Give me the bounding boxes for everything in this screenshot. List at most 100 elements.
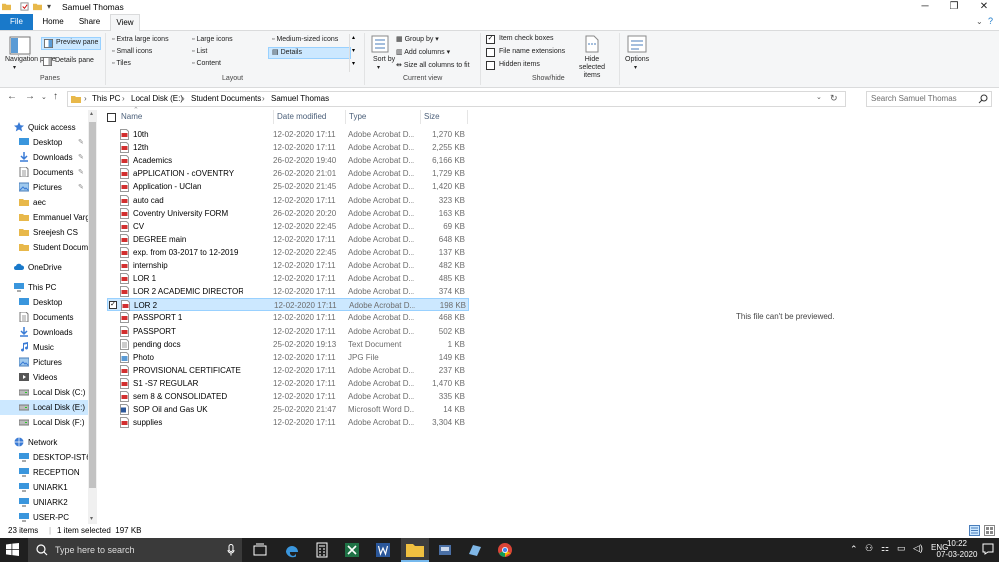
refresh-icon[interactable]: ↻: [830, 93, 838, 104]
navigation-pane-icon[interactable]: [9, 35, 31, 57]
taskbar-search-box[interactable]: Type here to search: [28, 538, 242, 562]
file-row[interactable]: PASSPORT 12-02-2020 17:11 Adobe Acrobat D.…: [107, 325, 469, 338]
battery-icon[interactable]: ▭: [897, 543, 906, 554]
nav-item[interactable]: OneDrive: [0, 260, 88, 275]
file-row[interactable]: 10th 12-02-2020 17:11 Adobe Acrobat D... 1,…: [107, 128, 469, 141]
nav-item[interactable]: Local Disk (F:): [0, 415, 88, 430]
close-button[interactable]: ✕: [970, 0, 998, 14]
task-view-icon[interactable]: [251, 541, 269, 559]
nav-item[interactable]: UNIARK2: [0, 495, 88, 510]
nav-item[interactable]: Music: [0, 340, 88, 355]
nav-scrollbar[interactable]: ▴ ▾: [88, 110, 97, 524]
tab-file[interactable]: File: [0, 14, 33, 30]
breadcrumb-separator[interactable]: ›: [262, 94, 265, 103]
nav-item[interactable]: Documents ✎: [0, 165, 88, 180]
column-header-date[interactable]: Date modified: [273, 110, 326, 124]
select-all-checkbox[interactable]: [107, 113, 116, 122]
layout-large-icons[interactable]: ▫ Large icons: [192, 36, 233, 43]
layout-small-icons[interactable]: ▫ Small icons: [112, 48, 152, 55]
file-row[interactable]: PROVISIONAL CERTIFICATE 12-02-2020 17:11 A…: [107, 364, 469, 377]
pin-icon[interactable]: ✎: [78, 135, 84, 150]
hide-selected-icon[interactable]: [584, 35, 600, 53]
tab-home[interactable]: Home: [36, 14, 70, 30]
file-row[interactable]: PASSPORT 1 12-02-2020 17:11 Adobe Acrobat …: [107, 311, 469, 324]
help-icon[interactable]: ?: [988, 16, 993, 26]
properties-icon[interactable]: [20, 2, 29, 11]
notifications-icon[interactable]: [982, 543, 994, 555]
windows-start-icon[interactable]: [6, 543, 19, 556]
nav-item[interactable]: Local Disk (E:): [0, 400, 88, 415]
nav-item[interactable]: UNIARK1: [0, 480, 88, 495]
minimize-button[interactable]: ─: [911, 0, 939, 14]
checkbox-checked[interactable]: ✓: [486, 35, 495, 44]
chevron-down-icon[interactable]: ▾: [634, 64, 637, 71]
preview-pane-button[interactable]: Preview pane: [41, 37, 101, 50]
sort-by-label[interactable]: Sort by: [373, 56, 395, 63]
chrome-icon[interactable]: [496, 541, 514, 559]
layout-content[interactable]: ▫ Content: [192, 60, 221, 67]
chevron-down-icon[interactable]: ⌄: [816, 93, 822, 101]
checkbox-unchecked[interactable]: [486, 61, 495, 70]
people-icon[interactable]: ⚇: [865, 543, 873, 554]
file-row[interactable]: 12th 12-02-2020 17:11 Adobe Acrobat D... 2,…: [107, 141, 469, 154]
nav-item[interactable]: Network: [0, 435, 88, 450]
clock-date[interactable]: 07-03-2020: [928, 550, 986, 559]
layout-details[interactable]: ▤ Details: [268, 47, 351, 59]
file-row[interactable]: sem 8 & CONSOLIDATED 12-02-2020 17:11 Adob…: [107, 390, 469, 403]
nav-item[interactable]: Pictures ✎: [0, 180, 88, 195]
chevron-down-icon[interactable]: ▾: [377, 64, 380, 71]
file-row[interactable]: ✓ LOR 2 12-02-2020 17:11 Adobe Acrobat D...…: [107, 298, 469, 312]
file-row[interactable]: S1 -S7 REGULAR 12-02-2020 17:11 Adobe Acro…: [107, 377, 469, 390]
customize-quick-access-icon[interactable]: ▾: [47, 2, 51, 11]
file-explorer-taskbar-button[interactable]: [401, 538, 429, 562]
nav-item[interactable]: Local Disk (C:): [0, 385, 88, 400]
details-pane-button[interactable]: Details pane: [41, 56, 99, 67]
file-row[interactable]: LOR 2 ACADEMIC DIRECTOR 12-02-2020 17:11 A…: [107, 285, 469, 298]
nav-item[interactable]: Student Docume: [0, 240, 88, 255]
nav-item[interactable]: Sreejesh CS: [0, 225, 88, 240]
nav-item[interactable]: Desktop ✎: [0, 135, 88, 150]
nav-item[interactable]: Documents: [0, 310, 88, 325]
nav-item[interactable]: Videos: [0, 370, 88, 385]
hide-selected-label[interactable]: Hide selected items: [571, 56, 613, 80]
volume-icon[interactable]: ◁): [913, 543, 923, 554]
edge-icon[interactable]: [283, 541, 301, 559]
layout-extra-large-icons[interactable]: ▫ Extra large icons: [112, 36, 169, 43]
new-folder-icon[interactable]: [33, 2, 42, 11]
search-icon[interactable]: [978, 94, 988, 104]
up-icon[interactable]: ↑: [53, 91, 58, 102]
checkbox-unchecked[interactable]: [486, 48, 495, 57]
app-icon[interactable]: [436, 541, 454, 559]
file-row[interactable]: CV 12-02-2020 22:45 Adobe Acrobat D... 69 K…: [107, 220, 469, 233]
microphone-icon[interactable]: [227, 544, 235, 556]
file-row[interactable]: Coventry University FORM 26-02-2020 20:20…: [107, 207, 469, 220]
pin-icon[interactable]: ✎: [78, 150, 84, 165]
search-box[interactable]: Search Samuel Thomas: [866, 91, 992, 107]
nav-item[interactable]: aec: [0, 195, 88, 210]
breadcrumb-separator[interactable]: ›: [84, 94, 87, 103]
breadcrumb-this-pc[interactable]: This PC: [92, 94, 120, 103]
nav-item[interactable]: Desktop: [0, 295, 88, 310]
excel-icon[interactable]: [343, 541, 361, 559]
file-row[interactable]: exp. from 03-2017 to 12-2019 12-02-2020 2…: [107, 246, 469, 259]
add-columns-button[interactable]: ▥ Add columns ▾: [396, 48, 450, 56]
search-input[interactable]: Search Samuel Thomas: [871, 94, 957, 103]
file-row[interactable]: SOP Oil and Gas UK 25-02-2020 21:47 Micros…: [107, 403, 469, 416]
nav-item[interactable]: Downloads: [0, 325, 88, 340]
nav-item[interactable]: Quick access: [0, 120, 88, 135]
file-row[interactable]: aPPLICATION - cOVENTRY 26-02-2020 21:01 Ad…: [107, 167, 469, 180]
nav-item[interactable]: Downloads ✎: [0, 150, 88, 165]
maximize-button[interactable]: ❐: [940, 0, 968, 14]
nav-scroll-thumb[interactable]: [89, 122, 96, 488]
group-by-button[interactable]: ▦ Group by ▾: [396, 35, 439, 43]
calculator-icon[interactable]: [313, 541, 331, 559]
show-hidden-icons-icon[interactable]: ⌃: [850, 544, 858, 555]
forward-icon[interactable]: →: [25, 91, 35, 102]
photos-icon[interactable]: [466, 541, 484, 559]
breadcrumb-local-disk-e[interactable]: Local Disk (E:): [131, 94, 183, 103]
network-icon[interactable]: ⚏: [881, 543, 889, 554]
nav-item[interactable]: This PC: [0, 280, 88, 295]
chevron-down-icon[interactable]: ⌄: [976, 17, 983, 26]
file-row[interactable]: internship 12-02-2020 17:11 Adobe Acrobat …: [107, 259, 469, 272]
row-checkbox[interactable]: ✓: [109, 301, 117, 310]
